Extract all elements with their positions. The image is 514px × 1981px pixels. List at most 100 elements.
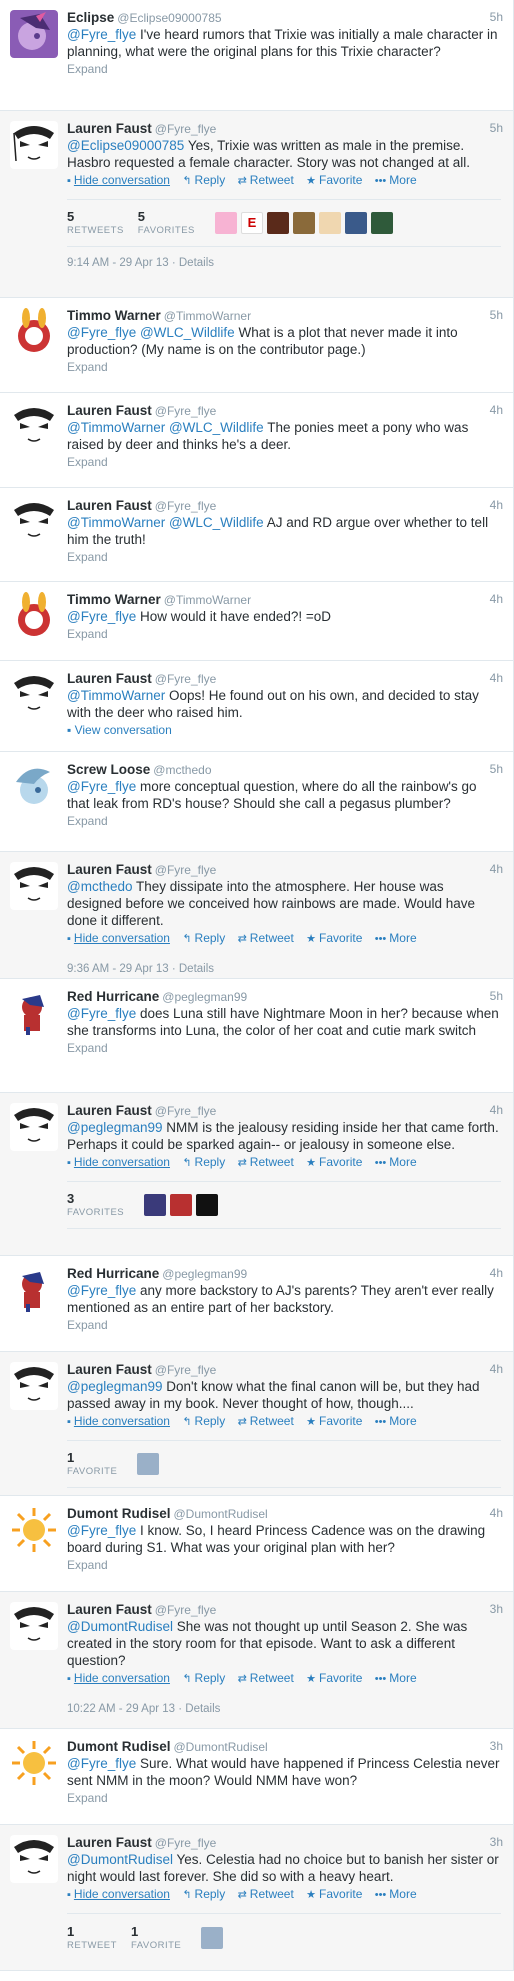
more-button[interactable]: ••• More [375,173,417,187]
favorite-button[interactable]: ★ Favorite [306,1671,362,1685]
avatar[interactable] [144,1194,167,1216]
expand-link[interactable]: Expand [67,813,501,829]
tweet[interactable]: Timmo Warner @TimmoWarner 4h @Fyre_flye H… [0,582,513,661]
screen-name[interactable]: @Fyre_flye [155,122,217,136]
retweet-button[interactable]: ⇄ Retweet [238,931,294,945]
timestamp[interactable]: 4h [490,1362,503,1376]
favorite-count[interactable]: 1 FAVORITE [131,1924,195,1952]
avatar[interactable] [10,1602,58,1650]
tweet-expanded[interactable]: Lauren Faust @Fyre_flye 3h @DumontRudisel… [0,1592,513,1729]
screen-name[interactable]: @Fyre_flye [155,499,217,513]
hide-conversation-link[interactable]: ▪ Hide conversation [67,931,170,945]
avatar[interactable] [10,1362,58,1410]
timestamp[interactable]: 5h [490,989,503,1003]
expand-link[interactable]: Expand [67,549,501,565]
timestamp[interactable]: 4h [490,403,503,417]
avatar[interactable] [318,212,341,234]
mention-link[interactable]: @TimmoWarner @WLC_Wildlife [67,515,264,530]
avatar[interactable] [10,592,58,640]
favorite-button[interactable]: ★ Favorite [306,173,362,187]
avatar[interactable] [344,212,367,234]
timestamp[interactable]: 5h [490,308,503,322]
reply-button[interactable]: ↰ Reply [182,931,225,945]
expand-link[interactable]: Expand [67,626,501,642]
timestamp[interactable]: 4h [490,592,503,606]
avatar[interactable] [10,671,58,719]
display-name[interactable]: Red Hurricane [67,1266,159,1281]
avatar[interactable] [137,1453,160,1475]
display-name[interactable]: Lauren Faust [67,121,152,136]
timestamp[interactable]: 3h [490,1739,503,1753]
display-name[interactable]: Dumont Rudisel [67,1506,171,1521]
reply-button[interactable]: ↰ Reply [182,1414,225,1428]
screen-name[interactable]: @Fyre_flye [155,1104,217,1118]
display-name[interactable]: Eclipse [67,10,114,25]
avatar[interactable] [10,862,58,910]
screen-name[interactable]: @Fyre_flye [155,404,217,418]
favorite-button[interactable]: ★ Favorite [306,1887,362,1901]
timestamp[interactable]: 5h [490,762,503,776]
retweet-button[interactable]: ⇄ Retweet [238,1155,294,1169]
tweet[interactable]: Lauren Faust @Fyre_flye 4h @TimmoWarner @… [0,488,513,582]
display-name[interactable]: Lauren Faust [67,498,152,513]
avatar[interactable] [201,1926,224,1949]
tweet-expanded[interactable]: Lauren Faust @Fyre_flye 5h @Eclipse090007… [0,111,513,298]
favorite-count[interactable]: 5 FAVORITES [138,209,209,237]
mention-link[interactable]: @peglegman99 [67,1379,163,1394]
display-name[interactable]: Red Hurricane [67,989,159,1004]
mention-link[interactable]: @Fyre_flye [67,779,136,794]
tweet-expanded[interactable]: Lauren Faust @Fyre_flye 4h @peglegman99 N… [0,1093,513,1256]
mention-link[interactable]: @DumontRudisel [67,1619,173,1634]
mention-link[interactable]: @Fyre_flye [67,27,136,42]
retweet-button[interactable]: ⇄ Retweet [238,173,294,187]
favorite-button[interactable]: ★ Favorite [306,931,362,945]
retweet-button[interactable]: ⇄ Retweet [238,1414,294,1428]
hide-conversation-link[interactable]: ▪ Hide conversation [67,1671,170,1685]
more-button[interactable]: ••• More [375,931,417,945]
tweet-expanded[interactable]: Lauren Faust @Fyre_flye 4h @peglegman99 D… [0,1352,513,1496]
avatar[interactable] [170,1194,193,1216]
mention-link[interactable]: @DumontRudisel [67,1852,173,1867]
display-name[interactable]: Lauren Faust [67,671,152,686]
reply-button[interactable]: ↰ Reply [182,1155,225,1169]
mention-link[interactable]: @Fyre_flye @WLC_Wildlife [67,325,235,340]
details-link[interactable]: Details [179,963,214,975]
mention-link[interactable]: @TimmoWarner [67,688,165,703]
reply-button[interactable]: ↰ Reply [182,173,225,187]
timestamp[interactable]: 3h [490,1602,503,1616]
timestamp[interactable]: 3h [490,1835,503,1849]
expand-link[interactable]: Expand [67,1790,501,1806]
tweet-expanded[interactable]: Lauren Faust @Fyre_flye 4h @mcthedo They … [0,852,513,979]
view-conversation-link[interactable]: ▪ View conversation [67,722,501,738]
timestamp[interactable]: 5h [490,121,503,135]
mention-link[interactable]: @mcthedo [67,879,132,894]
hide-conversation-link[interactable]: ▪ Hide conversation [67,1887,170,1901]
avatar[interactable] [10,121,58,169]
tweet[interactable]: Red Hurricane @peglegman99 5h @Fyre_flye … [0,979,513,1093]
details-link[interactable]: Details [179,257,214,269]
tweet[interactable]: Dumont Rudisel @DumontRudisel 3h @Fyre_fl… [0,1729,513,1825]
avatar[interactable] [10,1103,58,1151]
avatar[interactable] [370,212,393,234]
more-button[interactable]: ••• More [375,1414,417,1428]
display-name[interactable]: Lauren Faust [67,1835,152,1850]
screen-name[interactable]: @mcthedo [153,763,211,777]
display-name[interactable]: Lauren Faust [67,1362,152,1377]
screen-name[interactable]: @Eclipse09000785 [117,11,221,25]
hide-conversation-link[interactable]: ▪ Hide conversation [67,1155,170,1169]
avatar[interactable] [196,1194,219,1216]
timestamp[interactable]: 4h [490,671,503,685]
avatar[interactable] [214,212,237,234]
timestamp[interactable]: 4h [490,498,503,512]
favorite-count[interactable]: 1 FAVORITE [67,1450,131,1478]
timestamp[interactable]: 4h [490,1506,503,1520]
screen-name[interactable]: @Fyre_flye [155,1363,217,1377]
display-name[interactable]: Dumont Rudisel [67,1739,171,1754]
avatar[interactable]: E [240,212,263,234]
favorite-button[interactable]: ★ Favorite [306,1155,362,1169]
avatar[interactable] [10,1835,58,1883]
avatar[interactable] [266,212,289,234]
timestamp[interactable]: 4h [490,1266,503,1280]
mention-link[interactable]: @Eclipse09000785 [67,138,184,153]
expand-link[interactable]: Expand [67,1317,501,1333]
